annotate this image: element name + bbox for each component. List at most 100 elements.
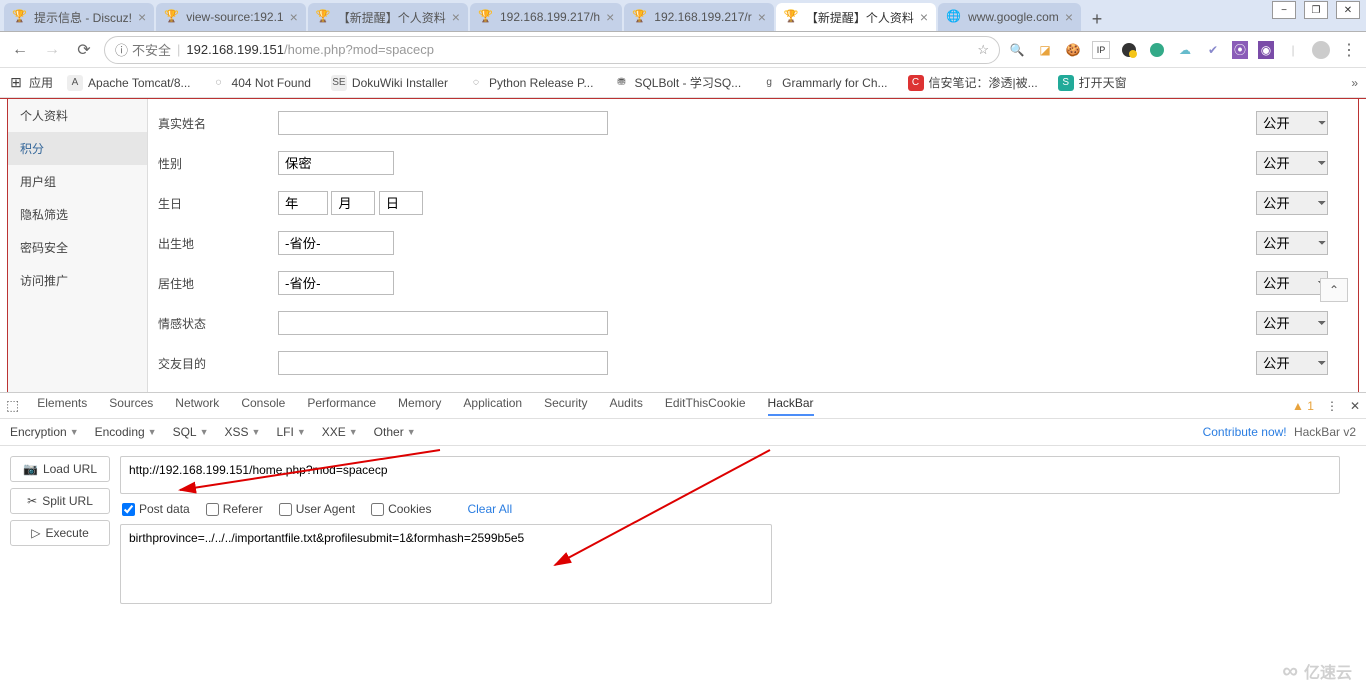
bookmark-0[interactable]: AApache Tomcat/8...	[67, 74, 191, 91]
month-select[interactable]: 月	[331, 191, 375, 215]
input-0[interactable]	[278, 111, 608, 135]
day-select[interactable]: 日	[379, 191, 423, 215]
cookies-checkbox[interactable]: Cookies	[371, 502, 431, 516]
tab-close-icon[interactable]: ×	[452, 9, 460, 25]
devtools-close-icon[interactable]: ✕	[1350, 399, 1360, 413]
ext-ip-icon[interactable]: IP	[1092, 41, 1110, 59]
apps-shortcut[interactable]: ⊞ 应用	[8, 74, 53, 91]
minimize-button[interactable]: −	[1272, 1, 1296, 19]
bookmark-7[interactable]: S打开天窗	[1058, 74, 1127, 91]
maximize-button[interactable]: ❐	[1304, 1, 1328, 19]
year-select[interactable]: 年	[278, 191, 328, 215]
ext-cloud-icon[interactable]: ☁	[1176, 41, 1194, 59]
devtools-tab-application[interactable]: Application	[463, 396, 522, 416]
bookmark-5[interactable]: gGrammarly for Ch...	[761, 74, 887, 91]
select-3[interactable]: -省份-	[278, 231, 394, 255]
hackbar-postdata-input[interactable]	[120, 524, 772, 604]
bookmarks-overflow-icon[interactable]: »	[1351, 76, 1358, 90]
browser-tab-1[interactable]: 🏆view-source:192.1×	[156, 3, 306, 31]
bookmark-1[interactable]: ◌404 Not Found	[211, 74, 311, 91]
ext-green-icon[interactable]	[1148, 41, 1166, 59]
sidebar-item-2[interactable]: 用户组	[8, 165, 147, 198]
ext-bird-icon[interactable]: ✔	[1204, 41, 1222, 59]
profile-avatar-icon[interactable]	[1312, 41, 1330, 59]
privacy-select-6[interactable]: 公开	[1256, 351, 1328, 375]
hackbar-menu-encoding[interactable]: Encoding ▼	[95, 425, 157, 439]
tab-close-icon[interactable]: ×	[290, 9, 298, 25]
select-1[interactable]: 保密	[278, 151, 394, 175]
browser-tab-6[interactable]: 🌐www.google.com×	[938, 3, 1081, 31]
input-5[interactable]	[278, 311, 608, 335]
devtools-tab-hackbar[interactable]: HackBar	[768, 396, 814, 416]
sidebar-item-3[interactable]: 隐私筛选	[8, 198, 147, 231]
devtools-tab-network[interactable]: Network	[175, 396, 219, 416]
ext-cookie-icon[interactable]: 🍪	[1064, 41, 1082, 59]
privacy-select-1[interactable]: 公开	[1256, 151, 1328, 175]
bookmark-4[interactable]: ⛃SQLBolt - 学习SQ...	[613, 74, 741, 91]
hackbar-menu-xxe[interactable]: XXE ▼	[322, 425, 358, 439]
postdata-checkbox[interactable]: Post data	[122, 502, 190, 516]
browser-tab-0[interactable]: 🏆提示信息 - Discuz!×	[4, 3, 154, 31]
hackbar-menu-encryption[interactable]: Encryption ▼	[10, 425, 79, 439]
ext-purple2-icon[interactable]: ◉	[1258, 41, 1274, 59]
referer-checkbox[interactable]: Referer	[206, 502, 263, 516]
tab-close-icon[interactable]: ×	[758, 9, 766, 25]
hackbar-menu-xss[interactable]: XSS ▼	[225, 425, 261, 439]
hackbar-url-input[interactable]	[120, 456, 1340, 494]
devtools-warning-count[interactable]: ▲ 1	[1292, 399, 1314, 413]
forward-button[interactable]: →	[40, 38, 64, 62]
sidebar-item-4[interactable]: 密码安全	[8, 231, 147, 264]
back-button[interactable]: ←	[8, 38, 32, 62]
execute-button[interactable]: ▷Execute	[10, 520, 110, 546]
devtools-tab-editthiscookie[interactable]: EditThisCookie	[665, 396, 746, 416]
bookmark-2[interactable]: SEDokuWiki Installer	[331, 74, 448, 91]
hackbar-menu-other[interactable]: Other ▼	[374, 425, 416, 439]
devtools-tab-memory[interactable]: Memory	[398, 396, 441, 416]
devtools-tab-elements[interactable]: Elements	[37, 396, 87, 416]
devtools-tab-sources[interactable]: Sources	[109, 396, 153, 416]
devtools-menu-icon[interactable]: ⋮	[1326, 399, 1338, 413]
split-url-button[interactable]: ✂Split URL	[10, 488, 110, 514]
privacy-select-3[interactable]: 公开	[1256, 231, 1328, 255]
tab-close-icon[interactable]: ×	[606, 9, 614, 25]
ext-pocket-icon[interactable]: ◪	[1036, 41, 1054, 59]
ext-wapp-icon[interactable]	[1120, 41, 1138, 59]
contribute-link[interactable]: Contribute now!	[1203, 425, 1287, 439]
bookmark-star-icon[interactable]: ☆	[977, 42, 989, 58]
hackbar-menu-lfi[interactable]: LFI ▼	[276, 425, 305, 439]
select-4[interactable]: -省份-	[278, 271, 394, 295]
sidebar-item-0[interactable]: 个人资料	[8, 99, 147, 132]
tab-close-icon[interactable]: ×	[1065, 9, 1073, 25]
browser-tab-4[interactable]: 🏆192.168.199.217/r×	[624, 3, 774, 31]
scroll-top-button[interactable]: ⌃	[1320, 278, 1348, 302]
privacy-select-4[interactable]: 公开	[1256, 271, 1328, 295]
browser-tab-3[interactable]: 🏆192.168.199.217/h×	[470, 3, 622, 31]
browser-tab-5[interactable]: 🏆【新提醒】个人资料×	[776, 3, 936, 31]
privacy-select-0[interactable]: 公开	[1256, 111, 1328, 135]
close-button[interactable]: ✕	[1336, 1, 1360, 19]
ext-search-icon[interactable]: 🔍	[1008, 41, 1026, 59]
useragent-checkbox[interactable]: User Agent	[279, 502, 355, 516]
clear-all-link[interactable]: Clear All	[467, 502, 512, 516]
sidebar-item-5[interactable]: 访问推广	[8, 264, 147, 297]
ext-purple1-icon[interactable]: ⦿	[1232, 41, 1248, 59]
inspect-icon[interactable]: ⬚	[6, 397, 19, 414]
input-6[interactable]	[278, 351, 608, 375]
hackbar-menu-sql[interactable]: SQL ▼	[173, 425, 209, 439]
devtools-tab-performance[interactable]: Performance	[307, 396, 376, 416]
omnibox[interactable]: ⓘ 不安全 | 192.168.199.151 /home.php?mod=sp…	[104, 36, 1000, 64]
new-tab-button[interactable]: +	[1083, 7, 1111, 31]
reload-button[interactable]: ⟳	[72, 38, 96, 62]
bookmark-6[interactable]: C信安笔记：渗透|被...	[908, 74, 1038, 91]
privacy-select-2[interactable]: 公开	[1256, 191, 1328, 215]
sidebar-item-1[interactable]: 积分	[8, 132, 147, 165]
tab-close-icon[interactable]: ×	[138, 9, 146, 25]
privacy-select-5[interactable]: 公开	[1256, 311, 1328, 335]
load-url-button[interactable]: 📷Load URL	[10, 456, 110, 482]
devtools-tab-security[interactable]: Security	[544, 396, 587, 416]
browser-tab-2[interactable]: 🏆【新提醒】个人资料×	[308, 3, 468, 31]
browser-menu-icon[interactable]: ⋮	[1340, 41, 1358, 59]
tab-close-icon[interactable]: ×	[920, 9, 928, 25]
bookmark-3[interactable]: ◌Python Release P...	[468, 74, 594, 91]
devtools-tab-console[interactable]: Console	[241, 396, 285, 416]
